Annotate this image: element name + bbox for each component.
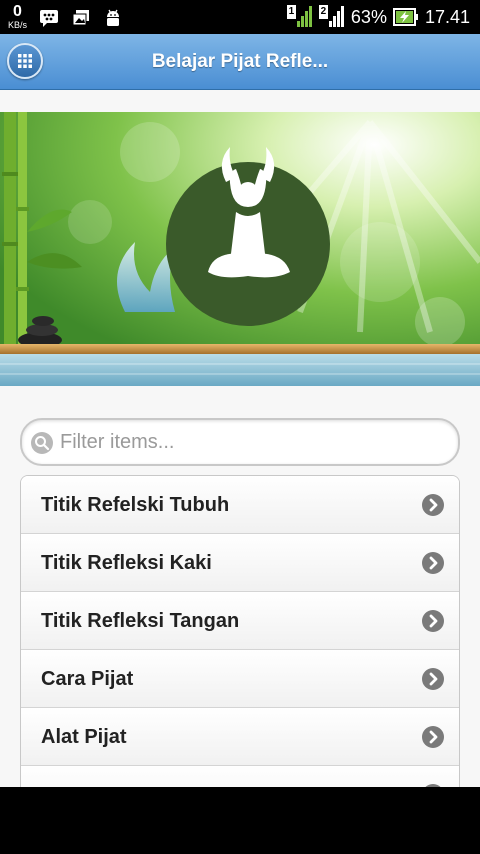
battery-charging-icon	[392, 8, 418, 26]
list-item[interactable]: Alat Pijat	[21, 708, 459, 766]
main-content: Titik Refelski Tubuh Titik Refleksi Kaki…	[0, 90, 480, 787]
search-input[interactable]	[60, 422, 450, 462]
sim2-badge: 2	[318, 5, 328, 19]
chevron-right-icon	[422, 552, 444, 574]
bbm-icon	[40, 10, 59, 27]
network-speed-value: 0	[13, 3, 22, 20]
menu-button[interactable]	[7, 43, 43, 79]
chevron-right-icon	[422, 494, 444, 516]
chevron-right-icon	[422, 726, 444, 748]
list-item-label: Titik Refleksi Tangan	[41, 610, 240, 632]
list-item[interactable]: Titik Refleksi Tangan	[21, 592, 459, 650]
app-header: Belajar Pijat Refle...	[0, 34, 480, 90]
grid-menu-icon	[18, 54, 32, 68]
search-bar[interactable]	[20, 418, 460, 466]
banner-image	[0, 112, 480, 386]
status-bar: 0 KB/s 1 2 63% 17.41	[0, 0, 480, 34]
list-item[interactable]: Titik Refelski Tubuh	[21, 476, 459, 534]
sim2-signal-icon: 2	[318, 5, 345, 29]
clock: 17.41	[424, 6, 470, 27]
system-nav-bar	[0, 787, 480, 854]
list-item-label: Alat Pijat	[41, 726, 127, 748]
list-item[interactable]: Titik Refleksi Kaki	[21, 534, 459, 592]
list-item-label: Titik Refelski Tubuh	[41, 494, 230, 516]
menu-list: Titik Refelski Tubuh Titik Refleksi Kaki…	[20, 475, 460, 787]
list-item[interactable]	[21, 766, 459, 787]
list-item-label: Titik Refleksi Kaki	[41, 552, 212, 574]
chevron-right-icon	[422, 668, 444, 690]
list-item-label: Cara Pijat	[41, 668, 134, 690]
network-speed-unit: KB/s	[8, 20, 28, 30]
gallery-icon	[72, 10, 90, 26]
search-icon	[31, 432, 53, 454]
page-title: Belajar Pijat Refle...	[151, 51, 329, 72]
sim1-badge: 1	[286, 5, 296, 19]
chevron-right-icon	[422, 610, 444, 632]
android-debug-icon	[107, 9, 120, 26]
list-item[interactable]: Cara Pijat	[21, 650, 459, 708]
battery-percent: 63%	[350, 6, 387, 27]
sim1-signal-icon: 1	[286, 5, 313, 29]
network-speed: 0 KB/s	[8, 4, 27, 30]
